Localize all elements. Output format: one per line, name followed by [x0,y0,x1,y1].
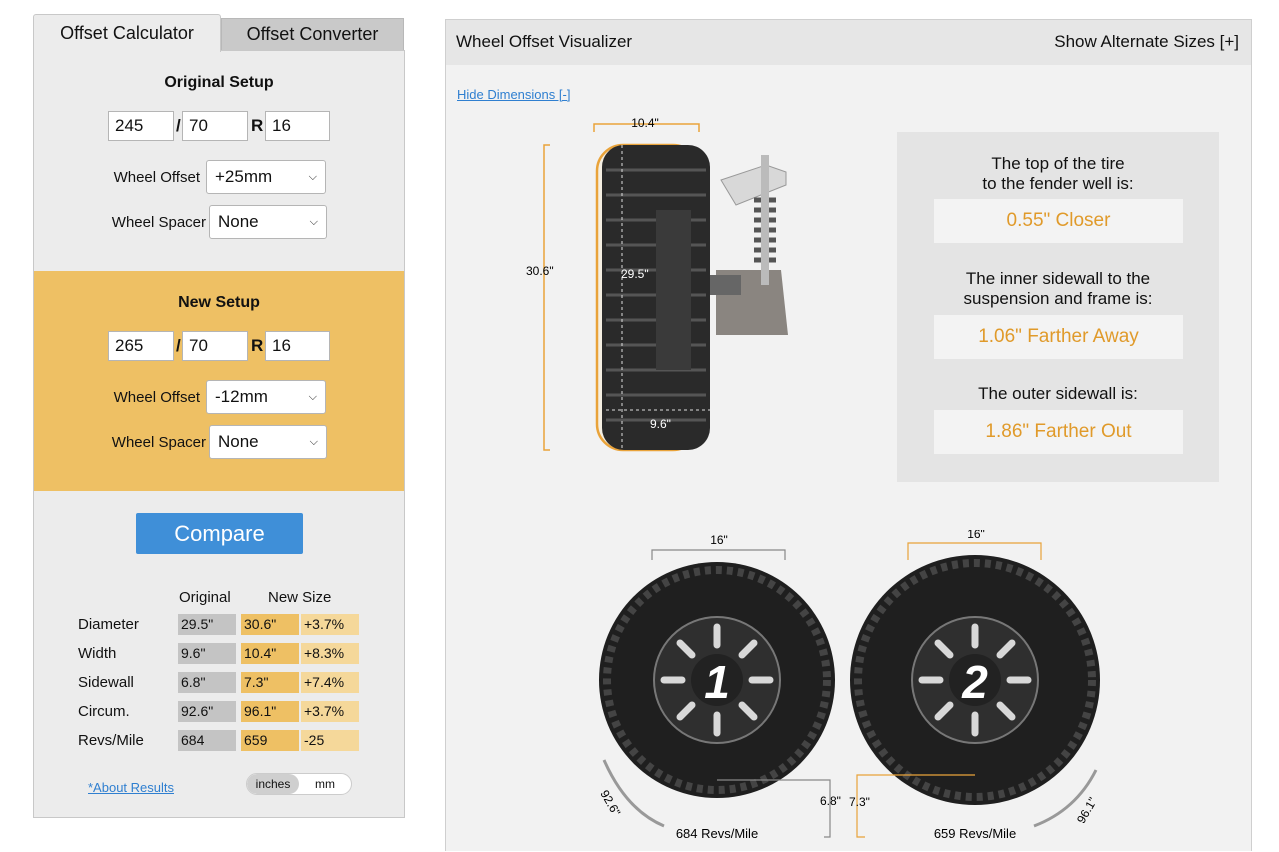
hide-dimensions-link[interactable]: Hide Dimensions [-] [457,87,570,102]
unit-inches-option[interactable]: inches [247,774,299,794]
new-value: 659 [241,730,299,751]
diff-value: +7.4% [301,672,359,693]
row-label: Sidewall [78,674,134,691]
compare-button[interactable]: Compare [136,513,303,554]
original-value: 9.6" [178,643,236,664]
diff-value: +3.7% [301,614,359,635]
dim-new-height: 30.6" [526,264,554,278]
visualizer-header: Wheel Offset Visualizer Show Alternate S… [446,20,1251,65]
original-value: 684 [178,730,236,751]
original-slash: / [176,116,181,135]
diff-value: +3.7% [301,701,359,722]
new-value: 10.4" [241,643,299,664]
original-value: 6.8" [178,672,236,693]
new-offset-value: -12mm [215,387,268,406]
new-value: 30.6" [241,614,299,635]
wheel-1: 1 16" 6.8" 92.6" 684 Revs/Mile [597,533,841,841]
dim-orig-width: 9.6" [650,417,671,431]
wheel-1-sidewall-dim: 6.8" [820,794,841,808]
calculator-panel: Original Setup / R Wheel Offset +25mm ⌵ … [33,50,405,818]
show-alternate-sizes-link[interactable]: Show Alternate Sizes [+] [1054,32,1239,52]
tire-side-profile-diagram: 10.4" 30.6" 29.5" 9.6" [526,116,788,452]
fender-question: The top of the tire to the fender well i… [897,154,1219,194]
fender-question-line1: The top of the tire [991,154,1125,173]
wheel-2-rim-dim: 16" [967,530,985,541]
original-value: 92.6" [178,701,236,722]
new-aspect-input[interactable] [182,331,248,361]
original-spacer-select[interactable]: None ⌵ [209,205,327,239]
inner-sidewall-question: The inner sidewall to the suspension and… [897,269,1219,309]
tab-offset-converter[interactable]: Offset Converter [221,18,404,51]
new-slash: / [176,336,181,355]
unit-toggle[interactable]: inches mm [246,773,352,795]
dim-orig-height: 29.5" [621,267,649,281]
original-rim-input[interactable] [265,111,330,141]
wheel-2-sidewall-dim: 7.3" [849,795,870,809]
chevron-down-icon: ⌵ [309,435,318,448]
new-spacer-label: Wheel Spacer [111,434,206,451]
outer-sidewall-question: The outer sidewall is: [897,384,1219,404]
wheel-2-circumference: 96.1" [1074,795,1100,826]
new-setup-section: New Setup / R Wheel Offset -12mm ⌵ Wheel… [34,271,404,491]
new-rim-input[interactable] [265,331,330,361]
comparison-info-box: The top of the tire to the fender well i… [897,132,1219,482]
new-offset-select[interactable]: -12mm ⌵ [206,380,326,414]
chevron-down-icon: ⌵ [308,390,317,403]
wheel-comparison-diagram: 1 16" 6.8" 92.6" 684 Revs/Mile 2 16" 7.3… [597,530,1100,841]
new-tire-profile [595,143,710,452]
new-width-input[interactable] [108,331,174,361]
original-width-input[interactable] [108,111,174,141]
chevron-down-icon: ⌵ [309,215,318,228]
visualizer-panel: Wheel Offset Visualizer Show Alternate S… [445,19,1252,851]
row-label: Circum. [78,703,130,720]
row-label: Diameter [78,616,139,633]
fender-answer: 0.55" Closer [934,199,1183,243]
wheel-1-revs: 684 Revs/Mile [676,826,758,841]
inner-question-line2: suspension and frame is: [963,289,1153,308]
unit-mm-option[interactable]: mm [299,774,351,794]
tab-offset-calculator[interactable]: Offset Calculator [33,14,221,52]
diff-value: +8.3% [301,643,359,664]
original-r-label: R [251,116,264,135]
about-results-link[interactable]: *About Results [88,780,174,795]
original-offset-value: +25mm [215,167,273,186]
results-col-original: Original [179,589,231,606]
original-offset-label: Wheel Offset [113,169,200,186]
original-value: 29.5" [178,614,236,635]
wheel-2: 2 16" 7.3" 96.1" 659 Revs/Mile [849,530,1100,841]
new-r-label: R [251,336,264,355]
outer-question-line1: The outer sidewall is: [978,384,1138,403]
results-col-new-size: New Size [268,589,332,606]
original-spacer-label: Wheel Spacer [111,214,206,231]
wheel-1-circumference: 92.6" [597,788,623,819]
outer-sidewall-answer: 1.86" Farther Out [934,410,1183,454]
new-setup-title: New Setup [178,294,260,311]
new-offset-label: Wheel Offset [113,389,200,406]
new-spacer-value: None [218,432,259,451]
visualizer-title: Wheel Offset Visualizer [456,32,633,51]
chevron-down-icon: ⌵ [308,170,317,183]
original-aspect-input[interactable] [182,111,248,141]
new-spacer-select[interactable]: None ⌵ [209,425,327,459]
wheel-1-number: 1 [704,656,730,708]
original-spacer-value: None [218,212,259,231]
new-value: 7.3" [241,672,299,693]
wheel-1-rim-dim: 16" [710,533,728,547]
fender-question-line2: to the fender well is: [982,174,1134,193]
new-value: 96.1" [241,701,299,722]
original-offset-select[interactable]: +25mm ⌵ [206,160,326,194]
wheel-2-number: 2 [961,656,988,708]
wheel-2-revs: 659 Revs/Mile [934,826,1016,841]
inner-question-line1: The inner sidewall to the [965,269,1151,288]
row-label: Width [78,645,117,662]
diff-value: -25 [301,730,359,751]
row-label: Revs/Mile [78,732,144,749]
original-setup-title: Original Setup [164,74,274,91]
inner-sidewall-answer: 1.06" Farther Away [934,315,1183,359]
dim-new-width: 10.4" [631,116,659,130]
